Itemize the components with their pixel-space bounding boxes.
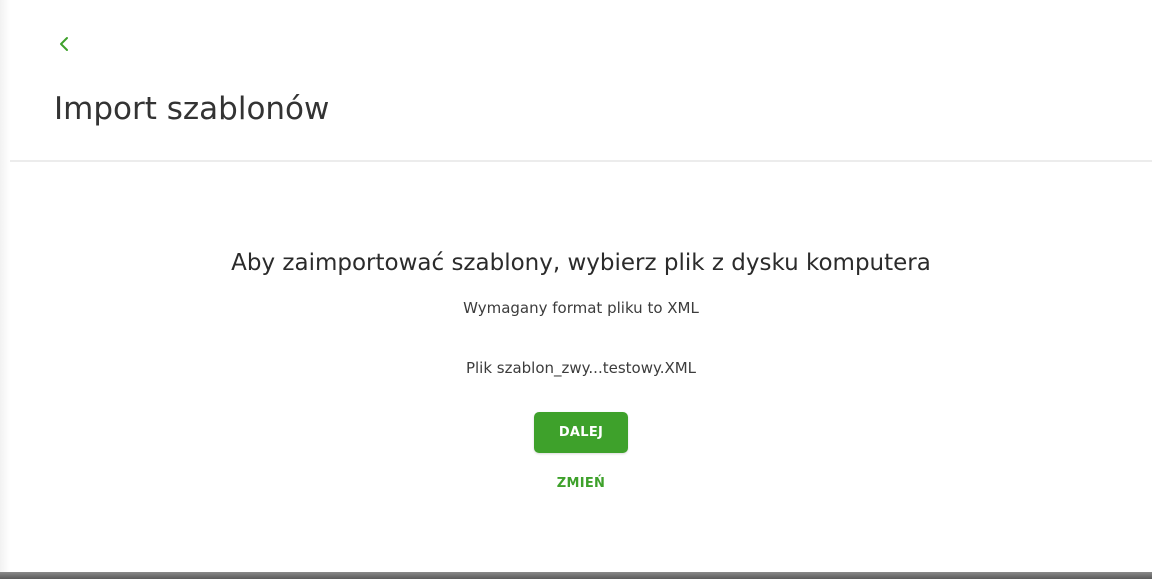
chevron-left-icon: [58, 35, 70, 57]
left-edge-shadow: [0, 0, 10, 572]
bottom-shadow-bar: [0, 572, 1152, 579]
import-panel: Aby zaimportować szablony, wybierz plik …: [10, 162, 1152, 572]
page-title: Import szablonów: [54, 91, 330, 127]
import-headline: Aby zaimportować szablony, wybierz plik …: [231, 250, 931, 276]
page-header: Import szablonów: [10, 0, 1152, 160]
next-button[interactable]: DALEJ: [534, 412, 628, 453]
change-file-link[interactable]: ZMIEŃ: [10, 475, 1152, 493]
page: Import szablonów Aby zaimportować szablo…: [0, 0, 1152, 579]
format-info: Wymagany format pliku to XML: [463, 299, 699, 317]
back-button[interactable]: [54, 34, 74, 58]
change-file-label[interactable]: ZMIEŃ: [557, 476, 605, 491]
selected-file-info: Plik szablon_zwy...testowy.XML: [465, 359, 697, 377]
